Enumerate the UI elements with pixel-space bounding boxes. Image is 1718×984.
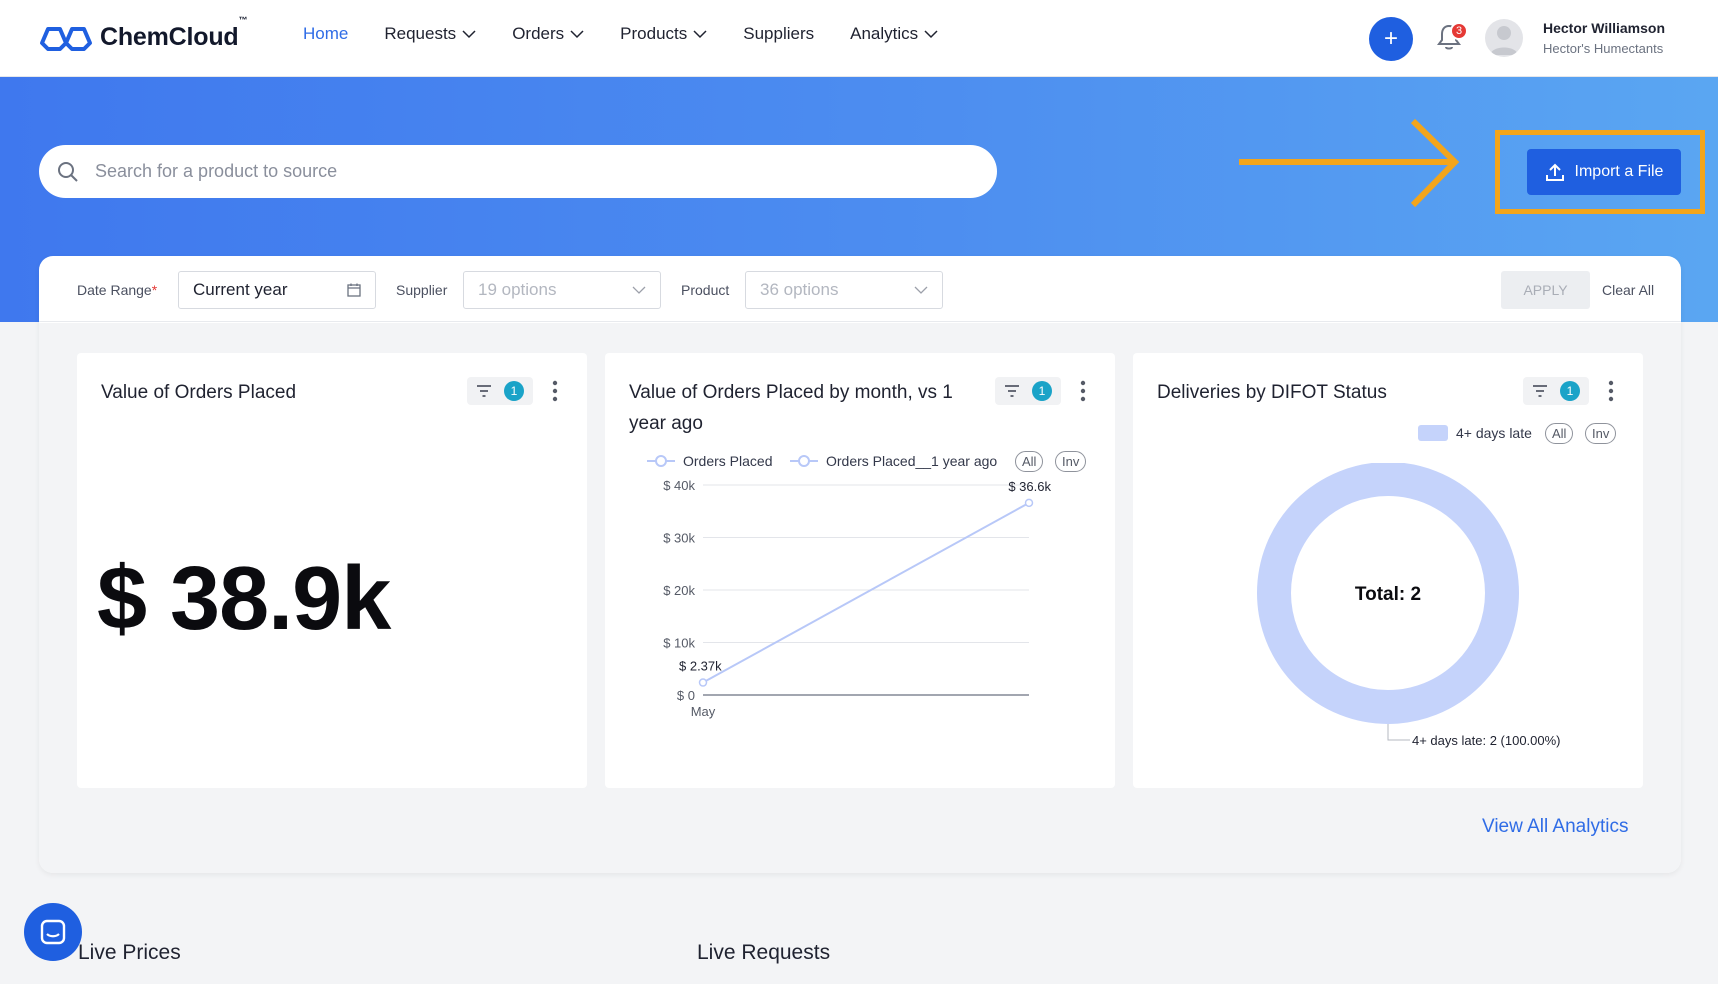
product-label: Product bbox=[681, 282, 730, 298]
chevron-down-icon bbox=[924, 29, 938, 38]
filter-icon bbox=[1533, 385, 1547, 397]
nav-orders[interactable]: Orders bbox=[512, 24, 584, 44]
widget-difot: Deliveries by DIFOT Status 1 4+ days lat… bbox=[1133, 353, 1643, 788]
filter-count-badge: 1 bbox=[1032, 381, 1052, 401]
widget-filter-button[interactable]: 1 bbox=[1523, 377, 1589, 405]
data-label: $ 2.37k bbox=[679, 659, 722, 674]
nav-home[interactable]: Home bbox=[303, 24, 348, 44]
nav-suppliers[interactable]: Suppliers bbox=[743, 24, 814, 44]
filter-count-badge: 1 bbox=[504, 381, 524, 401]
legend-marker-icon bbox=[790, 455, 818, 467]
legend-marker-icon bbox=[647, 455, 675, 467]
upload-icon bbox=[1545, 163, 1564, 181]
orders-value: $ 38.9k bbox=[97, 549, 391, 649]
supplier-select[interactable]: 19 options bbox=[463, 271, 661, 309]
y-tick-label: $ 20k bbox=[663, 583, 695, 598]
legend-orders-placed[interactable]: Orders Placed bbox=[647, 453, 772, 469]
user-name[interactable]: Hector Williamson bbox=[1543, 20, 1665, 36]
widget-title: Deliveries by DIFOT Status bbox=[1157, 382, 1387, 403]
date-range-value: Current year bbox=[193, 280, 288, 299]
pill-inv[interactable]: Inv bbox=[1585, 423, 1617, 444]
supplier-label: Supplier bbox=[396, 282, 448, 298]
date-range-label: Date Range* bbox=[77, 282, 158, 298]
chevron-down-icon bbox=[570, 29, 584, 38]
pill-inv[interactable]: Inv bbox=[1055, 451, 1087, 472]
user-icon bbox=[1490, 26, 1518, 55]
top-nav: ChemCloud™ Home Requests Orders Products… bbox=[0, 0, 1718, 77]
orders-line-chart: $ 40k $ 30k $ 20k $ 10k $ 0May $ 2.37k $ 36.6k bbox=[663, 478, 1051, 719]
data-point bbox=[1024, 498, 1034, 508]
annotation-arrow-icon bbox=[1239, 118, 1460, 208]
widget-orders-by-month: Value of Orders Placed by month, vs 1 yea… bbox=[605, 353, 1115, 788]
notification-badge: 3 bbox=[1450, 22, 1468, 40]
logo[interactable]: ChemCloud™ bbox=[38, 14, 248, 55]
series-line-orders-placed bbox=[702, 501, 1030, 684]
widget-value-orders: Value of Orders Placed 1 $ 38.9k bbox=[77, 353, 587, 788]
y-tick-label: $ 40k bbox=[663, 478, 695, 493]
nav-analytics[interactable]: Analytics bbox=[850, 24, 938, 44]
view-all-analytics-link[interactable]: View All Analytics bbox=[1482, 816, 1628, 838]
user-company: Hector's Humectants bbox=[1543, 41, 1664, 56]
search-input[interactable] bbox=[95, 161, 915, 182]
donut-center-label: Total: 2 bbox=[1355, 584, 1421, 605]
chat-launcher-button[interactable] bbox=[24, 903, 82, 961]
legend-swatch bbox=[1418, 425, 1448, 441]
legend-4-days-late[interactable]: 4+ days late bbox=[1418, 425, 1532, 441]
legend-orders-placed-year-ago[interactable]: Orders Placed__1 year ago bbox=[790, 453, 997, 469]
create-new-button[interactable]: + bbox=[1369, 17, 1413, 61]
product-value: 36 options bbox=[760, 280, 839, 299]
more-vert-icon[interactable] bbox=[1605, 379, 1617, 403]
filter-bar: Date Range* Current year Supplier 19 opt… bbox=[39, 256, 1681, 322]
more-vert-icon[interactable] bbox=[1077, 379, 1089, 403]
import-file-button[interactable]: Import a File bbox=[1527, 149, 1681, 195]
nav-products[interactable]: Products bbox=[620, 24, 707, 44]
logo-text: ChemCloud™ bbox=[100, 14, 248, 51]
plus-icon: + bbox=[1383, 25, 1398, 52]
chevron-down-icon bbox=[693, 29, 707, 38]
slice-label-leader bbox=[1387, 724, 1410, 741]
y-tick-label: $ 0 bbox=[677, 688, 695, 703]
y-tick-label: $ 10k bbox=[663, 636, 695, 651]
search-icon bbox=[58, 161, 78, 182]
chemcloud-logo-icon bbox=[40, 27, 92, 51]
filter-icon bbox=[1005, 385, 1019, 397]
y-tick-label: $ 30k bbox=[663, 531, 695, 546]
data-point bbox=[698, 678, 708, 687]
apply-button[interactable]: APPLY bbox=[1501, 271, 1590, 309]
chevron-down-icon bbox=[632, 286, 646, 294]
clear-all-button[interactable]: Clear All bbox=[1602, 282, 1654, 298]
live-prices-heading: Live Prices bbox=[78, 941, 181, 964]
filter-count-badge: 1 bbox=[1560, 381, 1580, 401]
product-select[interactable]: 36 options bbox=[745, 271, 943, 309]
filter-icon bbox=[477, 385, 491, 397]
date-range-picker[interactable]: Current year bbox=[178, 271, 376, 309]
analytics-card: Date Range* Current year Supplier 19 opt… bbox=[39, 256, 1681, 873]
chevron-down-icon bbox=[462, 29, 476, 38]
widget-title: Value of Orders Placed by month, vs 1 yea… bbox=[629, 382, 953, 434]
widget-filter-button[interactable]: 1 bbox=[467, 377, 533, 405]
main-nav: Home Requests Orders Products Suppliers … bbox=[303, 24, 938, 44]
live-requests-heading: Live Requests bbox=[697, 941, 831, 964]
calendar-icon bbox=[347, 283, 361, 297]
product-search[interactable] bbox=[39, 145, 997, 198]
widget-title: Value of Orders Placed bbox=[101, 382, 297, 403]
data-label: $ 36.6k bbox=[1008, 479, 1051, 494]
pill-all[interactable]: All bbox=[1545, 423, 1574, 444]
chevron-down-icon bbox=[914, 286, 928, 294]
chat-icon bbox=[40, 919, 66, 945]
more-vert-icon[interactable] bbox=[549, 379, 561, 403]
import-label: Import a File bbox=[1574, 163, 1664, 180]
slice-label: 4+ days late: 2 (100.00%) bbox=[1412, 733, 1561, 748]
widget-filter-button[interactable]: 1 bbox=[995, 377, 1061, 405]
supplier-value: 19 options bbox=[478, 280, 557, 299]
pill-all[interactable]: All bbox=[1015, 451, 1044, 472]
avatar[interactable] bbox=[1485, 19, 1523, 57]
x-tick-label: May bbox=[691, 704, 716, 719]
nav-requests[interactable]: Requests bbox=[384, 24, 476, 44]
difot-donut-chart: Total: 2 4+ days late: 2 (100.00%) bbox=[1257, 463, 1561, 748]
